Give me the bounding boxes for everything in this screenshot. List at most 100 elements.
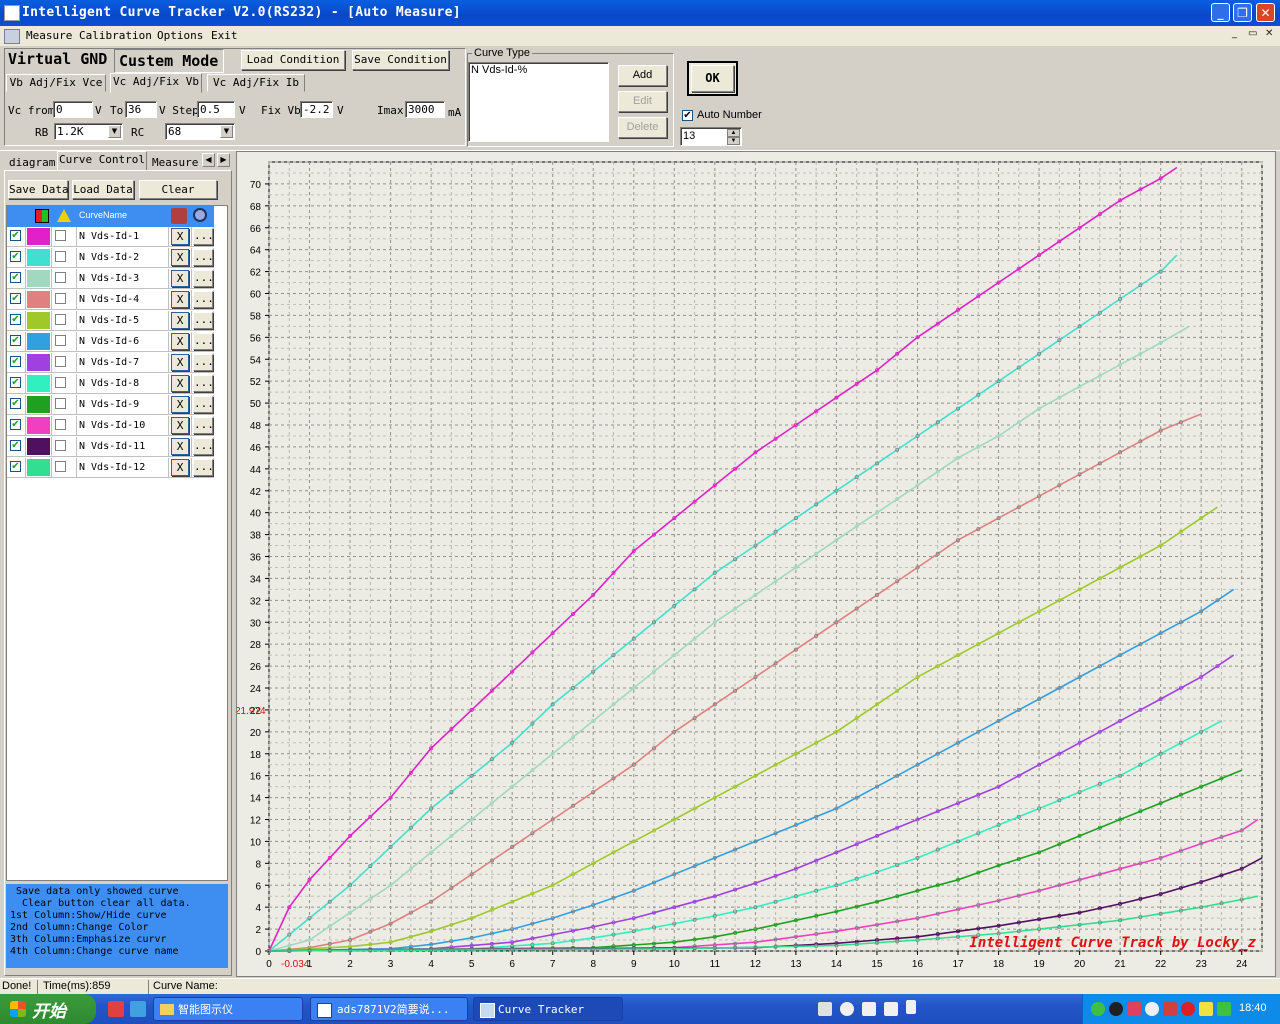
rename-cell[interactable]: ... [192,395,214,415]
color-cell[interactable] [26,395,52,415]
tray-icon[interactable] [1163,1002,1177,1016]
quicklaunch-icon[interactable] [108,1001,124,1017]
emphasize-cell[interactable] [52,395,77,415]
remove-cell[interactable]: X [169,311,192,331]
save-data-button[interactable]: Save Data [8,180,69,199]
remove-curve-button[interactable]: X [171,228,189,245]
emphasize-checkbox[interactable] [55,461,66,472]
curve-row[interactable]: ✔ N Vds-Id-6 X... [7,332,214,353]
color-cell[interactable] [26,458,52,478]
mdi-restore-button[interactable]: ▭ [1248,28,1257,39]
remove-curve-button[interactable]: X [171,312,189,329]
tray-icon[interactable] [1091,1002,1105,1016]
tab-diagram[interactable]: diagram [6,152,64,170]
rename-cell[interactable]: ... [192,311,214,331]
curve-name-cell[interactable]: N Vds-Id-5 [77,311,169,331]
show-cell[interactable]: ✔ [7,416,26,436]
color-cell[interactable] [26,332,52,352]
emphasize-checkbox[interactable] [55,272,66,283]
menu-options[interactable]: Options [157,29,203,42]
show-cell[interactable]: ✔ [7,458,26,478]
remove-curve-button[interactable]: X [171,291,189,308]
close-button[interactable]: ✕ [1256,3,1275,22]
show-cell[interactable]: ✔ [7,269,26,289]
curve-color-swatch[interactable] [27,438,50,455]
chevron-down-icon[interactable]: ▼ [220,125,233,138]
rename-cell[interactable]: ... [192,227,214,247]
remove-curve-button[interactable]: X [171,438,189,455]
tray-icon[interactable] [1199,1002,1213,1016]
rename-curve-button[interactable]: ... [193,417,214,434]
show-curve-checkbox[interactable]: ✔ [10,293,21,304]
rb-select[interactable]: 1.2K ▼ [54,123,123,140]
curve-chart-frame[interactable]: 0 1 2 3 4 5 6 7 8 9 10 11 12 13 14 15 16 17 18 19 20 21 22 23 24… [235,151,1276,977]
show-curve-checkbox[interactable]: ✔ [10,335,21,346]
color-cell[interactable] [26,353,52,373]
curve-row[interactable]: ✔ N Vds-Id-7 X... [7,353,214,374]
curve-color-swatch[interactable] [27,354,50,371]
auto-number-spinner[interactable]: 13 ▲ ▼ [680,127,742,146]
emphasize-checkbox[interactable] [55,440,66,451]
curve-name-cell[interactable]: N Vds-Id-7 [77,353,169,373]
show-curve-checkbox[interactable]: ✔ [10,440,21,451]
delete-all-icon[interactable] [171,208,187,224]
curve-color-swatch[interactable] [27,312,50,329]
curve-color-swatch[interactable] [27,375,50,392]
remove-curve-button[interactable]: X [171,417,189,434]
chevron-down-icon[interactable]: ▼ [108,125,121,138]
menu-calibration[interactable]: Calibration [79,29,152,42]
show-curve-checkbox[interactable]: ✔ [10,461,21,472]
emphasize-cell[interactable] [52,332,77,352]
remove-curve-button[interactable]: X [171,375,189,392]
curve-color-swatch[interactable] [27,228,50,245]
magnifier-icon[interactable] [193,208,207,222]
security-shield-icon[interactable] [1217,1002,1231,1016]
curve-color-swatch[interactable] [27,333,50,350]
color-cell[interactable] [26,374,52,394]
curve-type-item[interactable]: N Vds-Id-% [471,64,527,76]
curve-name-cell[interactable]: N Vds-Id-9 [77,395,169,415]
custem-mode-box[interactable]: Custem Mode [114,49,224,73]
color-cell[interactable] [26,269,52,289]
rename-curve-button[interactable]: ... [193,333,214,350]
curve-name-cell[interactable]: N Vds-Id-4 [77,290,169,310]
rename-curve-button[interactable]: ... [193,270,214,287]
tray-icon[interactable] [1145,1002,1159,1016]
show-cell[interactable]: ✔ [7,248,26,268]
show-curve-checkbox[interactable]: ✔ [10,230,21,241]
show-curve-checkbox[interactable]: ✔ [10,356,21,367]
keyboard-icon[interactable] [818,1002,832,1016]
remove-curve-button[interactable]: X [171,333,189,350]
show-cell[interactable]: ✔ [7,311,26,331]
step-input[interactable]: 0.5 [197,101,235,118]
remove-curve-button[interactable]: X [171,459,189,476]
curve-row[interactable]: ✔ N Vds-Id-3 X... [7,269,214,290]
curve-name-cell[interactable]: N Vds-Id-1 [77,227,169,247]
curve-row[interactable]: ✔ N Vds-Id-2 X... [7,248,214,269]
show-curve-checkbox[interactable]: ✔ [10,314,21,325]
remove-cell[interactable]: X [169,353,192,373]
show-curve-checkbox[interactable]: ✔ [10,251,21,262]
imax-input[interactable]: 3000 [405,101,445,118]
tab-vb-adj-fix-vce[interactable]: Vb Adj/Fix Vce [6,74,106,92]
curve-name-cell[interactable]: N Vds-Id-6 [77,332,169,352]
curve-color-swatch[interactable] [27,417,50,434]
curve-row[interactable]: ✔ N Vds-Id-12 X... [7,458,214,479]
rename-curve-button[interactable]: ... [193,459,214,476]
rename-cell[interactable]: ... [192,374,214,394]
tab-scroll-left-icon[interactable]: ◀ [202,153,215,167]
curve-name-cell[interactable]: N Vds-Id-11 [77,437,169,457]
color-cell[interactable] [26,416,52,436]
vc-from-input[interactable]: 0 [53,101,93,118]
color-cell[interactable] [26,311,52,331]
rename-curve-button[interactable]: ... [193,354,214,371]
emphasize-cell[interactable] [52,416,77,436]
tab-measure[interactable]: Measure [152,156,198,169]
task-button[interactable]: 智能图示仪 [153,997,303,1021]
emphasize-cell[interactable] [52,437,77,457]
show-curve-checkbox[interactable]: ✔ [10,377,21,388]
show-cell[interactable]: ✔ [7,437,26,457]
curve-name-cell[interactable]: N Vds-Id-10 [77,416,169,436]
curve-name-cell[interactable]: N Vds-Id-8 [77,374,169,394]
rc-select[interactable]: 68 ▼ [165,123,235,140]
